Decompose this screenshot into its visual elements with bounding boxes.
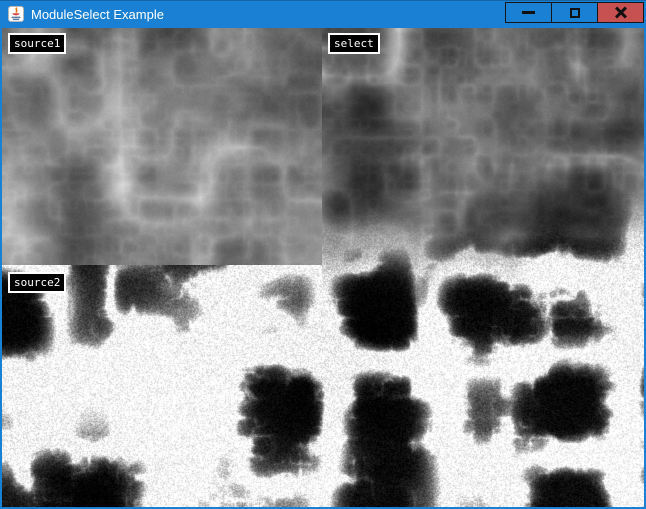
source2-noise-render <box>2 265 322 507</box>
java-coffee-cup-icon[interactable] <box>8 6 24 22</box>
close-icon <box>614 7 628 19</box>
minimize-icon <box>522 11 535 14</box>
titlebar[interactable]: ModuleSelect Example <box>0 0 646 28</box>
source1-label: source1 <box>8 33 66 54</box>
source2-label: source2 <box>8 272 66 293</box>
window-title: ModuleSelect Example <box>31 7 164 22</box>
source1-noise-render <box>2 28 322 265</box>
app-window: ModuleSelect Example source1 select sour… <box>0 0 646 509</box>
render-area: source1 select source2 <box>2 28 644 507</box>
maximize-icon <box>570 8 580 18</box>
maximize-button[interactable] <box>551 2 598 23</box>
close-button[interactable] <box>597 2 644 23</box>
select-label: select <box>328 33 380 54</box>
minimize-button[interactable] <box>505 2 552 23</box>
window-controls <box>505 2 644 23</box>
